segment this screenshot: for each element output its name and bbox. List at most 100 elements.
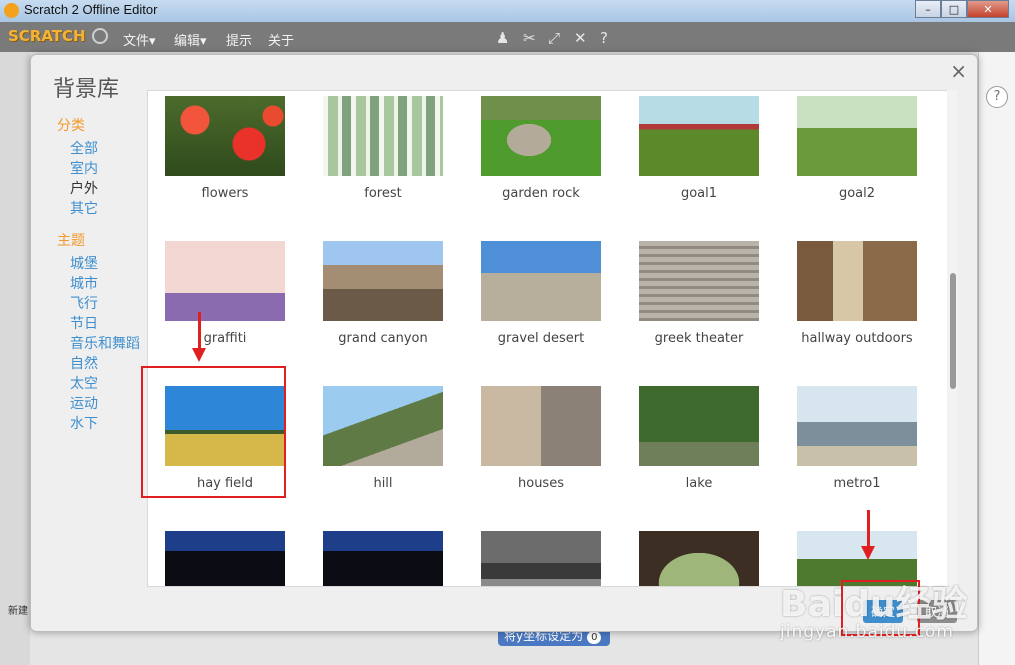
language-globe-icon[interactable] (92, 28, 108, 44)
backdrop-thumbnail (323, 96, 443, 176)
backdrop-tile-hill[interactable]: hill (306, 381, 446, 501)
backdrop-thumbnail (323, 531, 443, 586)
backdrop-name: grand canyon (338, 331, 428, 346)
backdrop-tile-lake[interactable]: lake (622, 381, 762, 501)
maximize-button[interactable]: □ (941, 0, 967, 18)
theme-sports[interactable]: 运动 (70, 393, 98, 413)
theme-heading: 主题 (57, 233, 85, 249)
backdrop-name: goal1 (680, 186, 718, 201)
backdrop-tile-flowers[interactable]: flowers (148, 91, 288, 211)
backdrop-tile-graffiti[interactable]: graffiti (148, 236, 288, 356)
theme-city[interactable]: 城市 (70, 273, 98, 293)
menu-file[interactable]: 文件▾ (123, 30, 156, 49)
backdrop-tile-grand-canyon[interactable]: grand canyon (306, 236, 446, 356)
backdrop-name: garden rock (502, 186, 580, 201)
theme-music-dance[interactable]: 音乐和舞蹈 (70, 333, 140, 353)
backdrop-tile-metro1[interactable]: metro1 (780, 381, 920, 501)
backdrop-name: graffiti (203, 331, 247, 346)
backdrop-tile-gravel-desert[interactable]: gravel desert (464, 236, 604, 356)
backdrop-name: forest (364, 186, 402, 201)
delete-scissors-icon[interactable]: ✂ (523, 29, 536, 47)
background-app-left-panel (0, 52, 30, 665)
menu-edit[interactable]: 编辑▾ (174, 30, 207, 49)
backdrop-thumbnail (165, 241, 285, 321)
backdrop-thumbnail (639, 241, 759, 321)
backdrop-tile-pathway[interactable] (622, 526, 762, 586)
baidu-watermark: Baidu经验 (780, 584, 968, 625)
backdrop-thumbnail (165, 96, 285, 176)
backdrop-name: greek theater (654, 331, 744, 346)
window-title: Scratch 2 Offline Editor (24, 2, 158, 17)
new-sprite-label: 新建 (8, 606, 28, 617)
backdrop-thumbnail (323, 386, 443, 466)
backdrop-tile-goal1[interactable]: goal1 (622, 91, 762, 211)
backdrop-tile-forest[interactable]: forest (306, 91, 446, 211)
backdrop-name: lake (685, 476, 713, 491)
duplicate-stamp-icon[interactable]: ♟ (496, 29, 509, 47)
window-controls: – □ ✕ (915, 0, 1009, 18)
backdrop-tile-parking[interactable] (464, 526, 604, 586)
help-button[interactable]: ? (986, 86, 1008, 108)
backdrop-name: metro1 (833, 476, 881, 491)
scratch-menubar: SCRATCH 文件▾ 编辑▾ 提示 关于 ♟ ✂ ⤢ ✕ ? (0, 22, 1015, 52)
backdrop-name: hallway outdoors (801, 331, 913, 346)
category-heading: 分类 (57, 118, 85, 134)
category-outdoors[interactable]: 户外 (70, 178, 98, 198)
backdrop-name: houses (518, 476, 564, 491)
minimize-button[interactable]: – (915, 0, 941, 18)
menu-about[interactable]: 关于 (268, 30, 294, 49)
category-all[interactable]: 全部 (70, 138, 98, 158)
backdrop-tile-greek-theater[interactable]: greek theater (622, 236, 762, 356)
category-other[interactable]: 其它 (70, 198, 98, 218)
backdrop-name: gravel desert (497, 331, 585, 346)
backdrop-library-dialog: 背景库 × 分类 全部 室内 户外 其它 主题 城堡 城市 飞行 节日 音乐和舞… (30, 54, 978, 632)
backdrop-thumbnail (639, 96, 759, 176)
window-titlebar: Scratch 2 Offline Editor – □ ✕ (0, 0, 1015, 22)
close-window-button[interactable]: ✕ (967, 0, 1009, 18)
backdrop-name: flowers (201, 186, 249, 201)
background-app-right-panel (978, 52, 1015, 665)
backdrop-thumbnail (797, 241, 917, 321)
backdrop-tile-goal2[interactable]: goal2 (780, 91, 920, 211)
theme-space[interactable]: 太空 (70, 373, 98, 393)
theme-underwater[interactable]: 水下 (70, 413, 98, 433)
backdrop-thumbnail (639, 531, 759, 586)
theme-nature[interactable]: 自然 (70, 353, 98, 373)
theme-castle[interactable]: 城堡 (70, 253, 98, 273)
annotation-arrow-head (192, 348, 206, 362)
annotation-arrow-shaft (198, 312, 201, 350)
dialog-close-icon[interactable]: × (950, 59, 967, 83)
backdrop-tile-night-city-2[interactable] (306, 526, 446, 586)
category-indoors[interactable]: 室内 (70, 158, 98, 178)
backdrop-thumbnail (797, 386, 917, 466)
backdrop-thumbnail (481, 531, 601, 586)
backdrop-name: hill (373, 476, 393, 491)
backdrop-tile-night-city-1[interactable] (148, 526, 288, 586)
backdrop-thumbnail (481, 241, 601, 321)
annotation-arrow-head-2 (861, 546, 875, 560)
scratch-logo[interactable]: SCRATCH (8, 27, 86, 45)
backdrop-thumbnail (323, 241, 443, 321)
annotation-arrow-shaft-2 (867, 510, 870, 548)
shrink-icon[interactable]: ✕ (574, 29, 587, 47)
backdrop-tile-hallway-outdoors[interactable]: hallway outdoors (780, 236, 920, 356)
backdrop-grid: flowers forest garden rock goal1 goal2 g… (147, 90, 949, 587)
menu-tips[interactable]: 提示 (226, 30, 252, 49)
selection-highlight-box (141, 366, 286, 498)
watermark-url: jingyan.baidu.com (780, 622, 954, 642)
grow-icon[interactable]: ⤢ (548, 29, 560, 47)
dialog-title: 背景库 (53, 77, 120, 102)
scratch-cat-icon (4, 3, 19, 18)
backdrop-thumbnail (481, 386, 601, 466)
help-question-icon[interactable]: ? (600, 29, 608, 47)
backdrop-tile-garden-rock[interactable]: garden rock (464, 91, 604, 211)
theme-flying[interactable]: 飞行 (70, 293, 98, 313)
backdrop-thumbnail (481, 96, 601, 176)
backdrop-name: goal2 (838, 186, 876, 201)
grid-scrollbar-thumb[interactable] (950, 273, 956, 389)
set-y-value[interactable]: 0 (587, 631, 602, 644)
theme-holiday[interactable]: 节日 (70, 313, 98, 333)
backdrop-thumbnail (797, 96, 917, 176)
backdrop-tile-houses[interactable]: houses (464, 381, 604, 501)
backdrop-thumbnail (639, 386, 759, 466)
